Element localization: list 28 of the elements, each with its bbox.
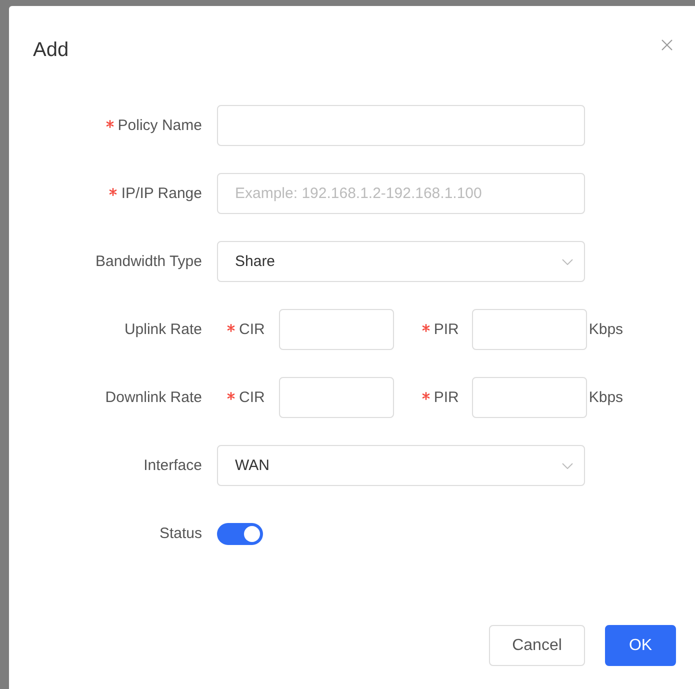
input-field[interactable]: [217, 105, 585, 146]
rate-label: PIR: [434, 389, 459, 406]
unit-label: Kbps: [588, 389, 624, 406]
field-label: Uplink Rate: [124, 321, 202, 338]
toggle-switch[interactable]: [217, 522, 263, 544]
rate-field[interactable]: [472, 377, 587, 418]
ok-button[interactable]: OK: [605, 625, 676, 666]
dropdown[interactable]: Share: [217, 241, 585, 282]
field-label: Downlink Rate: [105, 389, 202, 406]
rate-label: PIR: [434, 321, 459, 338]
rate-label: CIR: [239, 321, 265, 338]
rate-field[interactable]: [278, 377, 394, 418]
chevron-down-icon: [562, 258, 573, 264]
close-icon[interactable]: [661, 39, 673, 51]
cancel-button[interactable]: Cancel: [489, 625, 585, 666]
field-label: Policy Name: [118, 117, 202, 134]
field-label: Status: [159, 525, 202, 542]
chevron-down-icon: [562, 462, 573, 468]
rate-field[interactable]: [278, 309, 394, 350]
rate-field[interactable]: [472, 309, 587, 350]
dialog-title: Add: [33, 38, 69, 62]
field-label: IP/IP Range: [121, 185, 202, 202]
dropdown[interactable]: WAN: [217, 445, 585, 486]
input-field[interactable]: Example: 192.168.1.2-192.168.1.100: [217, 173, 585, 214]
rate-label: CIR: [239, 389, 265, 406]
unit-label: Kbps: [588, 321, 624, 338]
field-label: Interface: [144, 457, 202, 474]
field-label: Bandwidth Type: [96, 253, 202, 270]
